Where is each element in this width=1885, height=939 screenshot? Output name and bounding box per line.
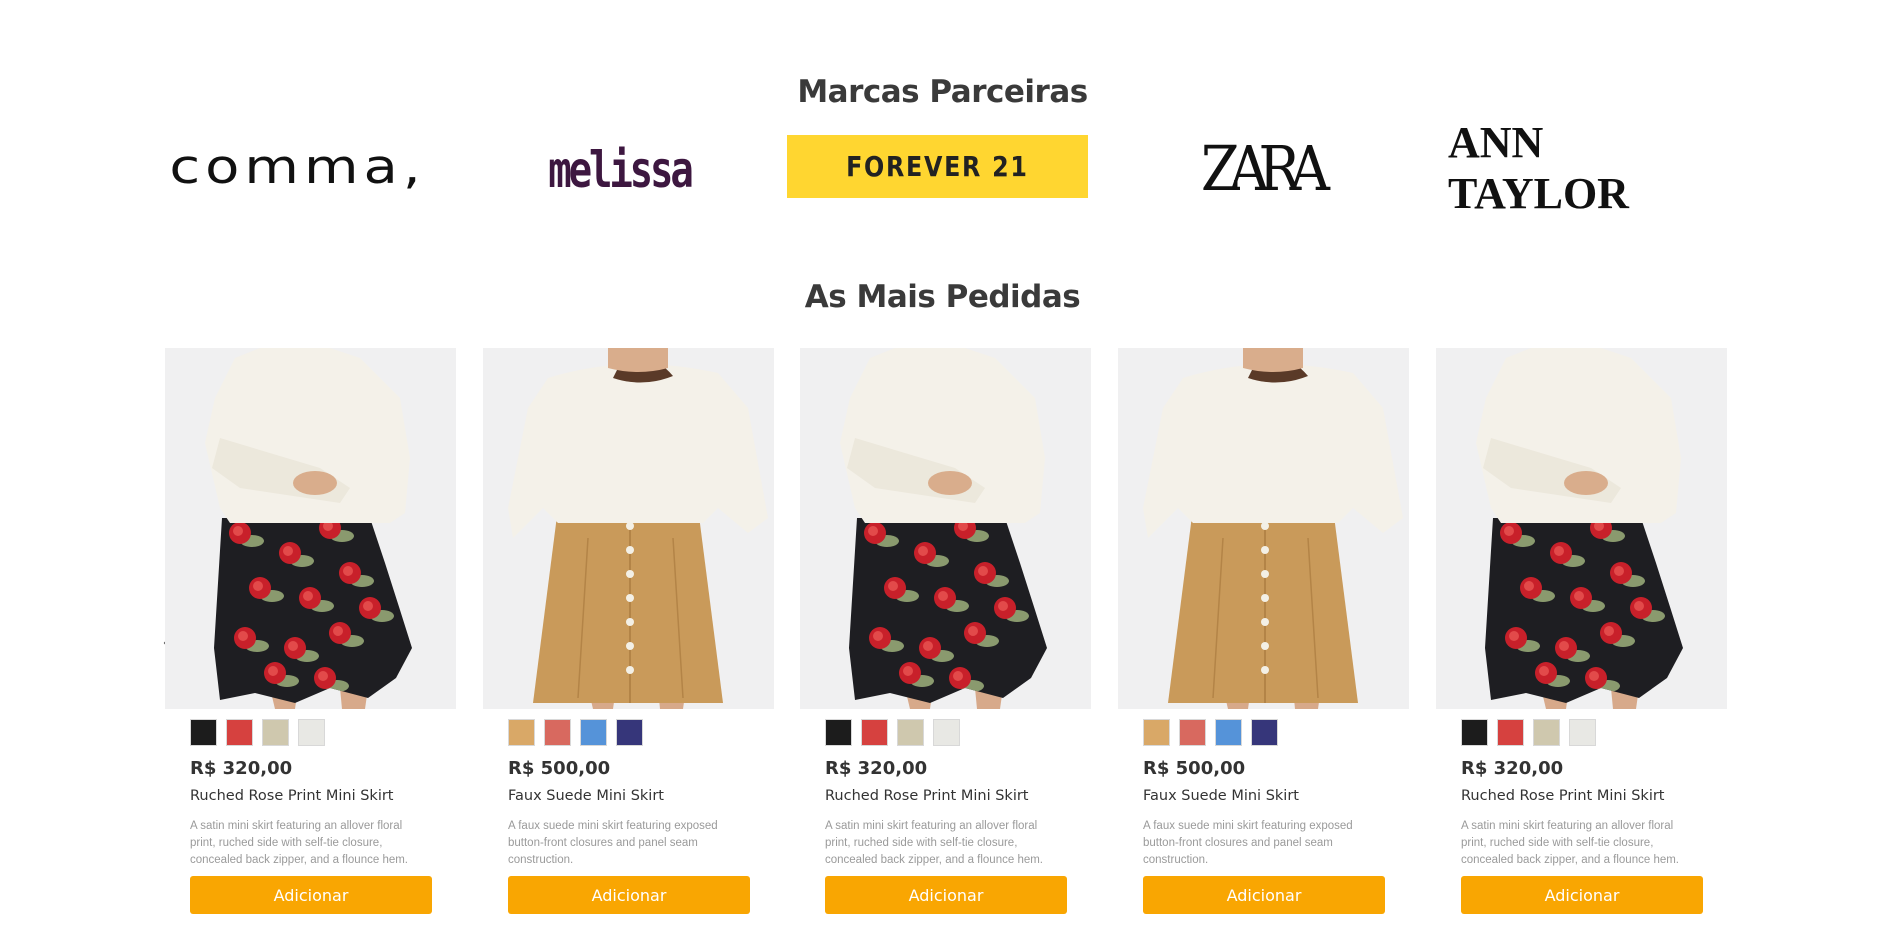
best-sellers-title: As Mais Pedidas	[804, 279, 1081, 315]
brand-logo-zara[interactable]: ZARA	[1201, 132, 1330, 205]
color-swatch[interactable]	[861, 719, 888, 746]
color-swatches	[508, 719, 643, 746]
product-image[interactable]	[165, 348, 456, 709]
color-swatch[interactable]	[897, 719, 924, 746]
product-price: R$ 500,00	[508, 758, 611, 779]
color-swatch[interactable]	[190, 719, 217, 746]
color-swatch[interactable]	[226, 719, 253, 746]
product-price: R$ 320,00	[190, 758, 293, 779]
color-swatch[interactable]	[1179, 719, 1206, 746]
product-card: R$ 320,00 Ruched Rose Print Mini Skirt A s…	[1436, 348, 1727, 924]
color-swatch[interactable]	[1497, 719, 1524, 746]
color-swatches	[1461, 719, 1596, 746]
add-to-cart-button[interactable]: Adicionar	[1143, 876, 1385, 914]
color-swatch[interactable]	[580, 719, 607, 746]
brand-logo-forever21[interactable]: FOREVER 21	[787, 135, 1088, 198]
product-name[interactable]: Ruched Rose Print Mini Skirt	[1461, 788, 1665, 804]
color-swatch[interactable]	[616, 719, 643, 746]
add-to-cart-button[interactable]: Adicionar	[190, 876, 432, 914]
color-swatch[interactable]	[262, 719, 289, 746]
color-swatch[interactable]	[298, 719, 325, 746]
color-swatch[interactable]	[1143, 719, 1170, 746]
product-image[interactable]	[1436, 348, 1727, 709]
product-name[interactable]: Ruched Rose Print Mini Skirt	[825, 788, 1029, 804]
color-swatch[interactable]	[1215, 719, 1242, 746]
product-card: R$ 500,00 Faux Suede Mini Skirt A faux sue…	[1118, 348, 1409, 924]
add-to-cart-button[interactable]: Adicionar	[1461, 876, 1703, 914]
brand-logo-ann-taylor[interactable]: ANN TAYLOR	[1448, 118, 1733, 218]
color-swatch[interactable]	[544, 719, 571, 746]
product-photo-illustration	[1436, 348, 1727, 709]
product-photo-illustration	[483, 348, 774, 709]
color-swatches	[825, 719, 960, 746]
color-swatch[interactable]	[508, 719, 535, 746]
partner-brands-title: Marcas Parceiras	[797, 74, 1088, 110]
color-swatch[interactable]	[1461, 719, 1488, 746]
product-description: A faux suede mini skirt featuring expose…	[1143, 820, 1353, 866]
product-name[interactable]: Faux Suede Mini Skirt	[1143, 788, 1299, 804]
add-to-cart-button[interactable]: Adicionar	[825, 876, 1067, 914]
color-swatch[interactable]	[1251, 719, 1278, 746]
brand-logo-comma[interactable]: comma,	[165, 140, 430, 195]
product-card: R$ 320,00 Ruched Rose Print Mini Skirt A s…	[800, 348, 1091, 924]
product-description: A satin mini skirt featuring an allover …	[825, 820, 1044, 866]
product-price: R$ 320,00	[1461, 758, 1564, 779]
color-swatch[interactable]	[1533, 719, 1560, 746]
color-swatch[interactable]	[933, 719, 960, 746]
color-swatch[interactable]	[825, 719, 852, 746]
product-description: A satin mini skirt featuring an allover …	[1461, 820, 1680, 866]
product-description: A faux suede mini skirt featuring expose…	[508, 820, 718, 866]
product-price: R$ 320,00	[825, 758, 928, 779]
product-photo-illustration	[165, 348, 456, 709]
product-price: R$ 500,00	[1143, 758, 1246, 779]
product-name[interactable]: Faux Suede Mini Skirt	[508, 788, 664, 804]
add-to-cart-button[interactable]: Adicionar	[508, 876, 750, 914]
product-photo-illustration	[1118, 348, 1409, 709]
color-swatch[interactable]	[1569, 719, 1596, 746]
brand-logo-forever21-text: FOREVER 21	[846, 150, 1029, 183]
color-swatches	[1143, 719, 1278, 746]
product-photo-illustration	[800, 348, 1091, 709]
product-name[interactable]: Ruched Rose Print Mini Skirt	[190, 788, 394, 804]
product-image[interactable]	[483, 348, 774, 709]
product-image[interactable]	[1118, 348, 1409, 709]
color-swatches	[190, 719, 325, 746]
product-card: R$ 500,00 Faux Suede Mini Skirt A faux sue…	[483, 348, 774, 924]
product-description: A satin mini skirt featuring an allover …	[190, 820, 409, 866]
brand-logo-melissa[interactable]: melissa	[548, 140, 694, 200]
product-card: R$ 320,00 Ruched Rose Print Mini Skirt A s…	[165, 348, 456, 924]
product-image[interactable]	[800, 348, 1091, 709]
